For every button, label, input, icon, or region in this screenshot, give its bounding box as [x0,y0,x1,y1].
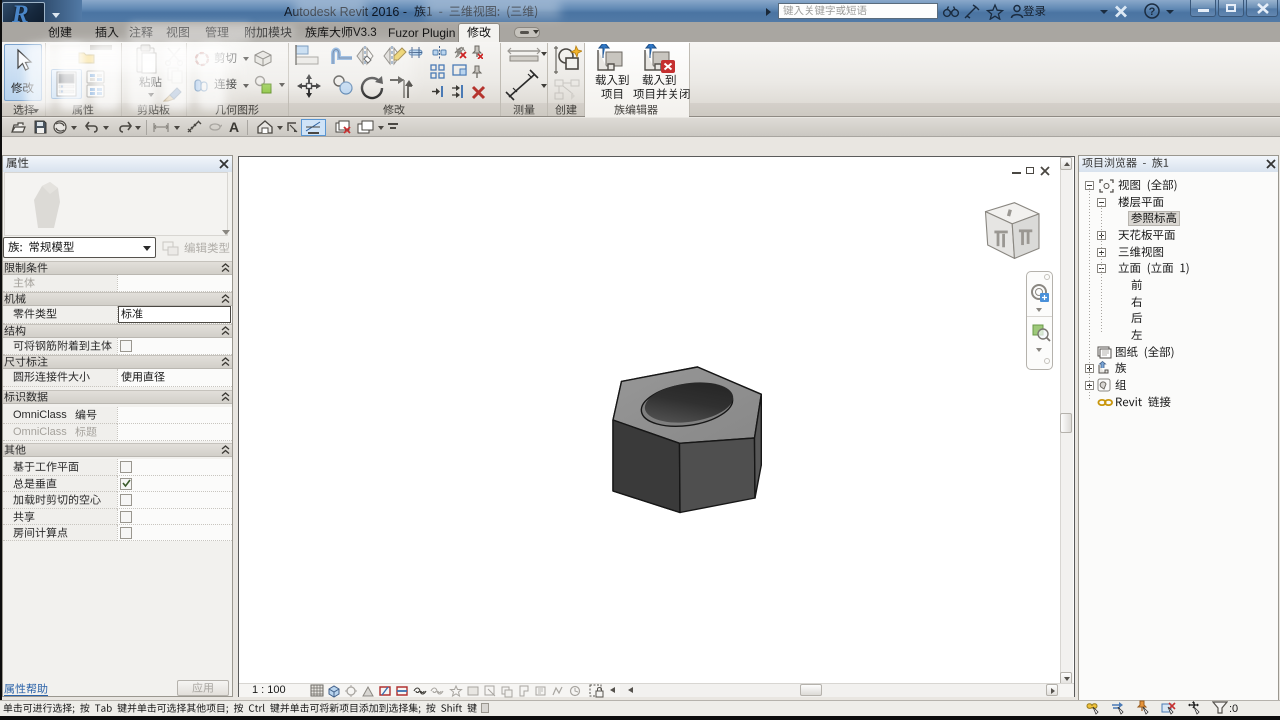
svg-text:?: ? [1149,6,1156,18]
